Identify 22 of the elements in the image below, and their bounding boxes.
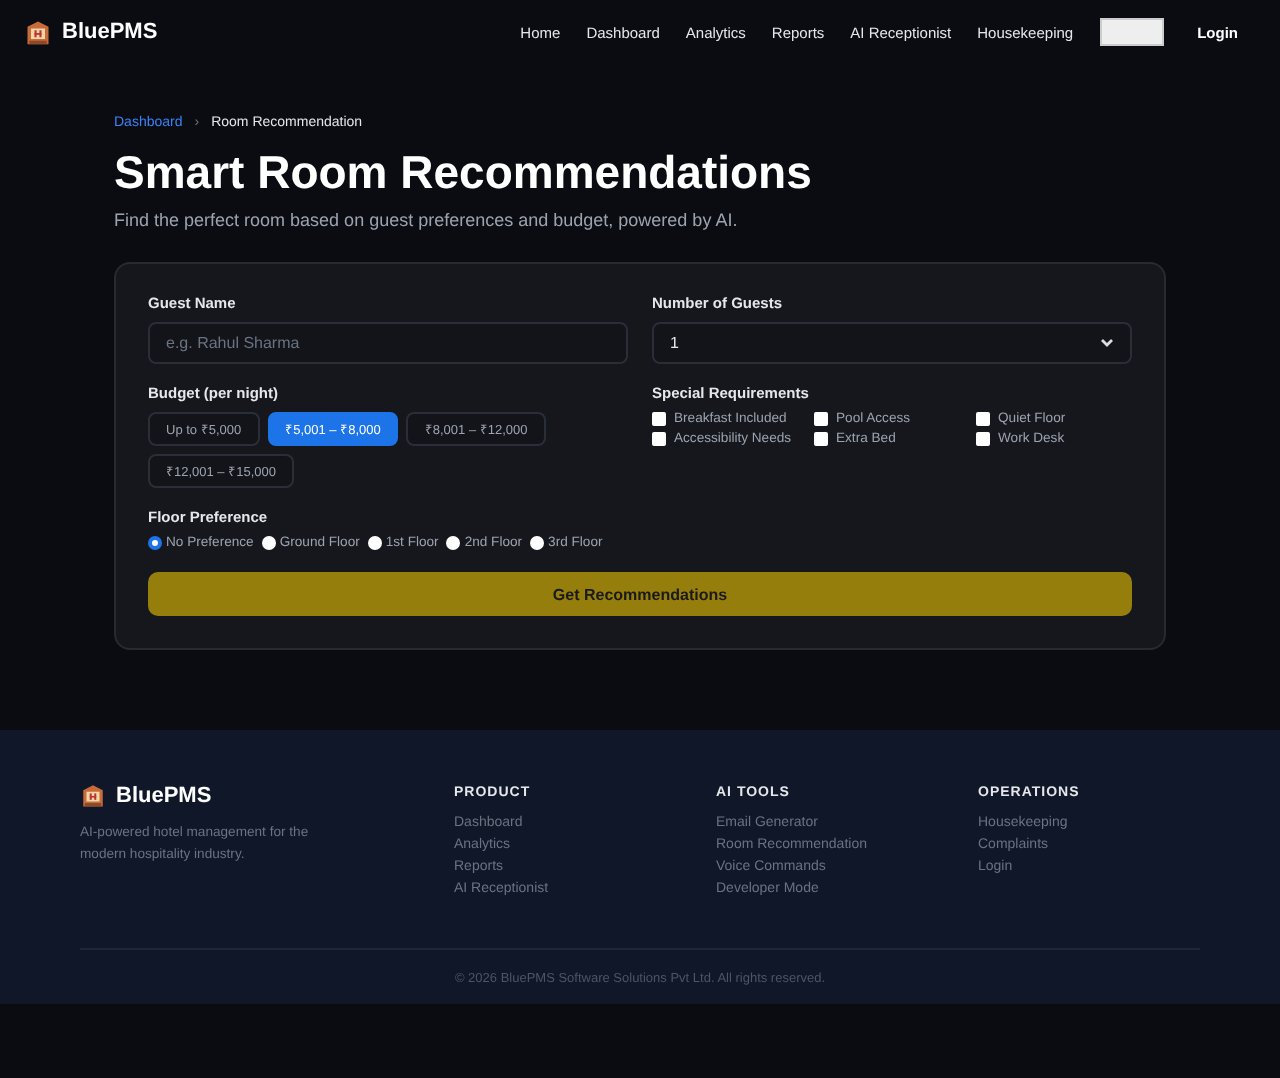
hotel-icon (80, 782, 106, 808)
radio-button[interactable] (261, 536, 276, 550)
checkbox[interactable] (814, 412, 828, 426)
blank-button[interactable] (1099, 18, 1164, 46)
radio-button[interactable] (446, 536, 461, 550)
checkbox[interactable] (976, 432, 990, 446)
chevron-icon (1100, 338, 1114, 348)
radio-button[interactable] (530, 536, 545, 550)
hotel-icon (24, 18, 52, 46)
page-subtitle: Find the perfect room based on guest preferences and budget, powered by AI. (114, 210, 740, 230)
checkbox[interactable] (814, 432, 828, 446)
submit-button[interactable]: Get Recommendations (148, 572, 1132, 616)
footer-brand: BluePMS (116, 783, 212, 807)
page-title: Smart Room Recommendations (114, 146, 814, 200)
radio-button[interactable] (367, 536, 382, 550)
checkbox[interactable] (652, 432, 666, 446)
brand-name[interactable]: BluePMS (62, 20, 158, 44)
guests-select[interactable]: 1 (652, 322, 1132, 364)
checkbox[interactable] (652, 412, 666, 426)
guest-name-field[interactable]: e.g. Rahul Sharma (148, 322, 628, 364)
radio-button[interactable] (148, 536, 162, 550)
checkbox[interactable] (976, 412, 990, 426)
